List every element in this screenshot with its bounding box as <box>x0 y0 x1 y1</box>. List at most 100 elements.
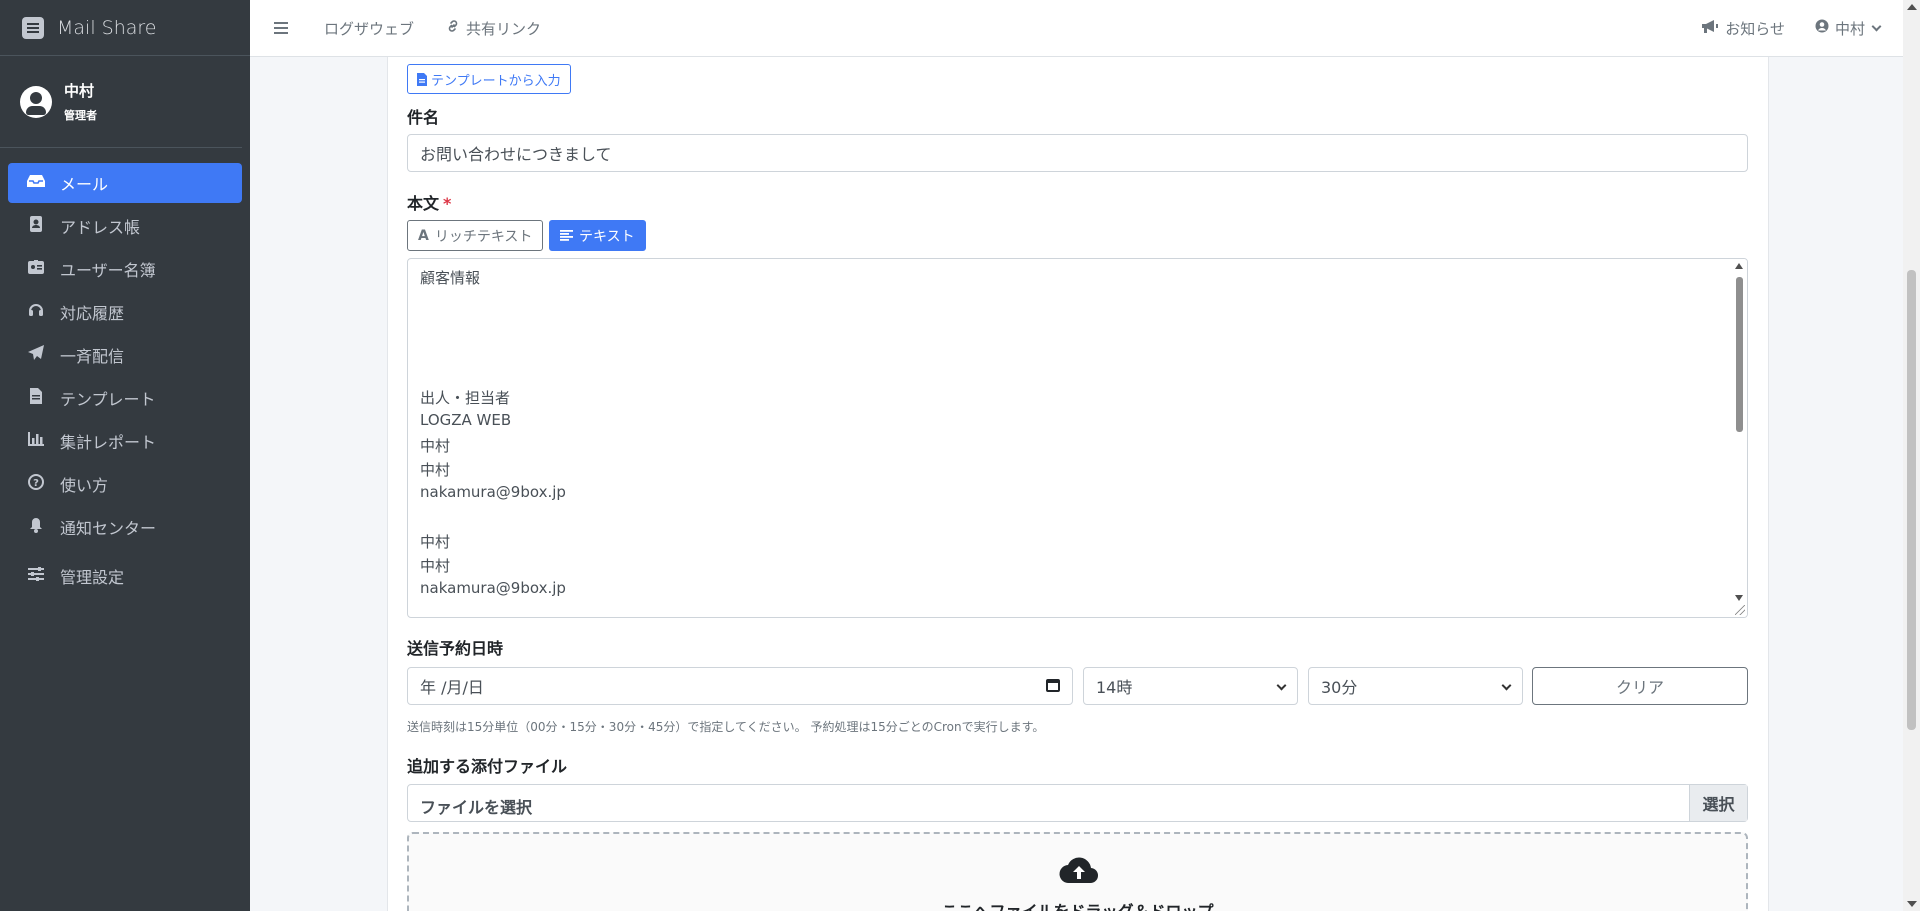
required-mark: * <box>443 194 452 213</box>
body-line: 中村 <box>420 533 451 551</box>
sidebar-item-report[interactable]: 集計レポート <box>8 421 242 461</box>
rich-text-mode-button[interactable]: A リッチテキスト <box>407 220 544 251</box>
scroll-up-icon <box>1735 263 1743 269</box>
file-dropzone[interactable]: ここへファイルをドラッグ＆ドロップ <box>407 832 1748 911</box>
subject-input[interactable]: お問い合わせにつきまして <box>407 134 1748 172</box>
sidebar-item-label: 一斉配信 <box>60 347 125 366</box>
inbox-icon <box>26 174 46 192</box>
minute-value: 30分 <box>1321 678 1358 697</box>
id-badge-icon <box>26 260 46 278</box>
calendar-icon[interactable] <box>1046 679 1060 692</box>
notice-label: お知らせ <box>1725 19 1785 38</box>
resize-handle-icon[interactable] <box>1735 605 1745 615</box>
user-panel[interactable]: 中村 管理者 <box>0 56 242 148</box>
envelope-logo-icon <box>22 16 44 39</box>
body-label-text: 本文 <box>407 194 440 213</box>
sliders-icon <box>26 567 46 585</box>
sidebar-item-label: 使い方 <box>60 476 109 495</box>
sidebar-item-label: 通知センター <box>60 519 157 538</box>
schedule-minute-select[interactable]: 30分 <box>1308 667 1523 705</box>
sidebar-item-label: メール <box>60 175 109 194</box>
font-icon: A <box>418 227 429 244</box>
menu-toggle-icon[interactable] <box>274 22 288 34</box>
sidebar-item-label: 対応履歴 <box>60 304 125 323</box>
sidebar-item-label: アドレス帳 <box>60 218 141 237</box>
chevron-down-icon <box>1871 21 1882 31</box>
sidebar-item-help[interactable]: ? 使い方 <box>8 464 242 504</box>
sidebar-item-broadcast[interactable]: 一斉配信 <box>8 335 242 375</box>
user-menu-button[interactable]: 中村 <box>1815 18 1882 39</box>
align-left-icon <box>560 230 573 241</box>
cloud-upload-icon <box>1059 856 1099 884</box>
textarea-scroll-thumb[interactable] <box>1736 277 1743 432</box>
date-placeholder: 年 /月/日 <box>420 678 484 697</box>
text-mode-label: テキスト <box>579 228 635 245</box>
question-circle-icon: ? <box>26 474 46 494</box>
schedule-date-input[interactable]: 年 /月/日 <box>407 667 1073 705</box>
subject-value: お問い合わせにつきまして <box>420 145 612 164</box>
body-line: nakamura@9box.jp <box>420 483 566 501</box>
schedule-label: 送信予約日時 <box>407 639 504 658</box>
template-input-label: テンプレートから入力 <box>431 73 561 89</box>
file-icon <box>26 388 46 408</box>
sidebar-nav: メール アドレス帳 ユーザー名簿 対応履歴 一斉配信 テンプレート 集計レポート… <box>0 148 250 596</box>
chevron-down-icon <box>1276 680 1287 691</box>
sidebar-item-history[interactable]: 対応履歴 <box>8 292 242 332</box>
sidebar-item-mail[interactable]: メール <box>8 163 242 203</box>
brand-name: Mail Share <box>57 16 157 39</box>
textarea-scrollbar[interactable] <box>1732 259 1747 617</box>
body-line: 中村 <box>420 461 451 479</box>
file-placeholder: ファイルを選択 <box>420 798 533 817</box>
file-input[interactable]: ファイルを選択 選択 <box>407 784 1748 822</box>
sidebar-item-user-list[interactable]: ユーザー名簿 <box>8 249 242 289</box>
brand[interactable]: Mail Share <box>0 0 250 56</box>
address-book-icon <box>26 216 46 236</box>
sidebar-item-label: 集計レポート <box>60 433 157 452</box>
body-line: 出人・担当者 <box>420 389 511 407</box>
headset-icon <box>26 302 46 322</box>
link-icon <box>446 19 460 37</box>
sidebar-item-template[interactable]: テンプレート <box>8 378 242 418</box>
clear-button[interactable]: クリア <box>1532 667 1748 705</box>
megaphone-icon <box>1701 19 1719 37</box>
file-select-button[interactable]: 選択 <box>1689 785 1747 821</box>
chevron-down-icon <box>1501 680 1512 691</box>
file-alt-icon <box>417 72 427 86</box>
dropzone-text: ここへファイルをドラッグ＆ドロップ <box>409 898 1746 911</box>
topbar-link-logzaweb[interactable]: ログザウェブ <box>324 18 414 39</box>
notice-button[interactable]: お知らせ <box>1701 18 1785 39</box>
body-line: 中村 <box>420 437 451 455</box>
attach-label: 追加する添付ファイル <box>407 757 568 776</box>
schedule-hint: 送信時刻は15分単位（00分・15分・30分・45分）で指定してください。 予約… <box>407 720 1045 734</box>
topbar-link-shared[interactable]: 共有リンク <box>446 18 541 39</box>
schedule-hour-select[interactable]: 14時 <box>1083 667 1298 705</box>
page-scroll-thumb[interactable] <box>1907 270 1916 730</box>
scroll-down-icon <box>1907 901 1917 907</box>
template-input-button[interactable]: テンプレートから入力 <box>407 64 571 94</box>
hour-value: 14時 <box>1096 678 1133 697</box>
topbar-link-shared-label: 共有リンク <box>466 19 542 38</box>
topbar: ログザウェブ 共有リンク お知らせ 中村 <box>250 0 1920 57</box>
body-label: 本文 * <box>407 190 451 214</box>
body-textarea[interactable]: 顧客情報 出人・担当者 LOGZA WEB 中村 中村 nakamura@9bo… <box>407 258 1748 618</box>
body-line: 中村 <box>420 557 451 575</box>
body-line: LOGZA WEB <box>420 411 512 429</box>
bar-chart-icon <box>26 432 46 450</box>
sidebar-item-notifications[interactable]: 通知センター <box>8 507 242 547</box>
paper-plane-icon <box>26 345 46 365</box>
body-line: nakamura@9box.jp <box>420 579 566 597</box>
user-info: 中村 管理者 <box>64 80 97 123</box>
svg-text:?: ? <box>33 478 39 489</box>
rich-text-mode-label: リッチテキスト <box>434 228 533 245</box>
user-role: 管理者 <box>64 109 97 122</box>
sidebar-item-address-book[interactable]: アドレス帳 <box>8 206 242 246</box>
subject-label: 件名 <box>407 108 440 127</box>
sidebar-item-label: テンプレート <box>60 390 156 409</box>
user-circle-icon <box>1815 19 1829 37</box>
page-scrollbar[interactable] <box>1903 0 1920 911</box>
bell-icon <box>26 517 46 537</box>
sidebar-item-label: 管理設定 <box>60 568 125 587</box>
user-menu-label: 中村 <box>1834 19 1865 38</box>
text-mode-button[interactable]: テキスト <box>549 220 646 251</box>
sidebar-item-admin-settings[interactable]: 管理設定 <box>8 556 242 596</box>
